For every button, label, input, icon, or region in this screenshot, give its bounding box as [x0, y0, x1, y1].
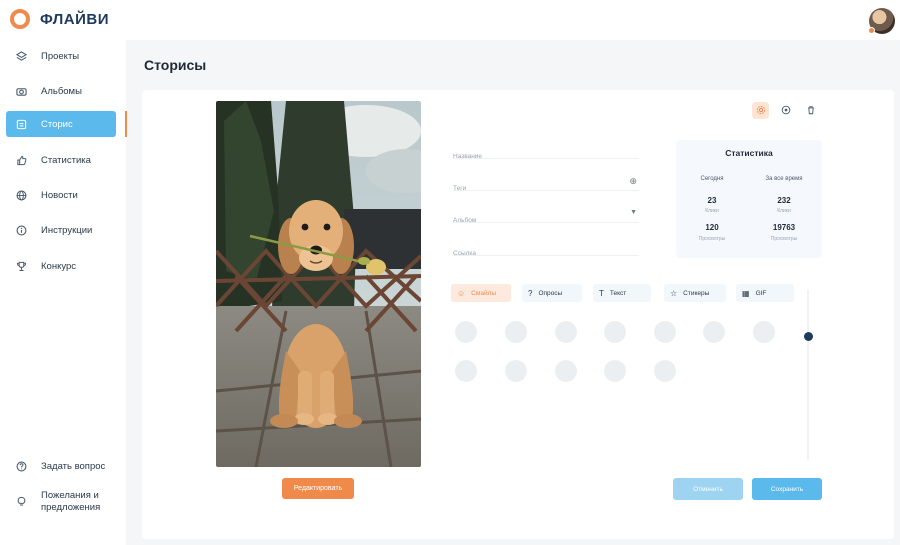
- sidebar-item-instructions[interactable]: Инструкции: [6, 217, 116, 243]
- tab-label: Текст: [609, 289, 627, 297]
- sidebar-item-contest[interactable]: Конкурс: [6, 253, 116, 279]
- save-button[interactable]: Сохранить: [752, 478, 822, 500]
- sidebar-item-label: Задать вопрос: [41, 461, 106, 472]
- delete-button[interactable]: [802, 102, 819, 119]
- tab-text[interactable]: T Текст: [593, 284, 651, 302]
- sidebar-item-label: Статистика: [41, 154, 91, 166]
- sidebar-item-label: Новости: [41, 189, 78, 201]
- cancel-button[interactable]: Отменить: [673, 478, 743, 500]
- title-input[interactable]: [453, 153, 623, 160]
- sidebar-item-albums[interactable]: Альбомы: [6, 78, 116, 104]
- stories-icon: [14, 117, 28, 131]
- tab-label: Стикеры: [683, 289, 710, 297]
- sidebar-item-label: Альбомы: [41, 85, 82, 97]
- brand-name: ФЛАЙВИ: [40, 10, 109, 28]
- sidebar-item-projects[interactable]: Проекты: [6, 43, 116, 69]
- sidebar-item-suggestions[interactable]: Пожелания и предложения: [6, 490, 122, 514]
- stat-today-clicks-label: Клики: [705, 208, 719, 214]
- top-bar: ФЛАЙВИ: [0, 0, 900, 40]
- camera-icon: [14, 84, 28, 98]
- stat-today-clicks: 23: [707, 196, 717, 205]
- emoji-scrollbar[interactable]: [807, 290, 809, 460]
- tab-smileys[interactable]: ☺ Смайлы: [451, 284, 511, 302]
- tab-stickers[interactable]: ☆ Стикеры: [664, 284, 726, 302]
- sidebar-item-news[interactable]: Новости: [6, 182, 116, 208]
- story-preview-image: [216, 101, 421, 467]
- gif-icon: ▦: [742, 288, 750, 298]
- active-indicator: [125, 111, 127, 137]
- emoji-slot[interactable]: [455, 321, 477, 343]
- stat-alltime-views: 19763: [772, 223, 796, 232]
- star-icon: ☆: [670, 288, 678, 298]
- layers-icon: [14, 49, 28, 63]
- stat-today-views-label: Просмотры: [698, 236, 726, 242]
- logo-ring-icon: [10, 9, 30, 29]
- sidebar-item-label: Сторис: [41, 118, 73, 130]
- tags-input[interactable]: [453, 185, 623, 192]
- statistics-panel: Статистика Сегодня За все время 23 Клики…: [676, 140, 822, 258]
- lightbulb-icon: [14, 496, 28, 510]
- statistics-title: Статистика: [725, 148, 773, 158]
- trophy-icon: [14, 259, 28, 273]
- text-icon: T: [599, 288, 604, 298]
- tab-label: Смайлы: [471, 289, 497, 297]
- emoji-slot[interactable]: [654, 360, 676, 382]
- emoji-slot[interactable]: [753, 321, 775, 343]
- thumb-up-icon: [14, 153, 28, 167]
- globe-icon: [14, 188, 28, 202]
- sidebar-item-label: Конкурс: [41, 260, 77, 272]
- stat-alltime-header: За все время: [765, 176, 803, 182]
- tab-gif[interactable]: ▦ GIF: [736, 284, 794, 302]
- eye-icon: [781, 102, 791, 120]
- logo[interactable]: ФЛАЙВИ: [10, 9, 109, 29]
- stat-alltime-clicks-label: Клики: [777, 208, 791, 214]
- tab-label: Опросы: [538, 289, 563, 297]
- emoji-slot[interactable]: [455, 360, 477, 382]
- sidebar-item-label: Проекты: [41, 50, 80, 62]
- emoji-slot[interactable]: [505, 321, 527, 343]
- trash-icon: [806, 102, 816, 120]
- chevron-down-icon[interactable]: ▼: [630, 209, 637, 216]
- sidebar-item-label: Инструкции: [41, 224, 93, 236]
- question-icon: ?: [528, 288, 533, 298]
- emoji-slot[interactable]: [555, 360, 577, 382]
- emoji-slot[interactable]: [604, 360, 626, 382]
- emoji-slot[interactable]: [604, 321, 626, 343]
- stat-today-views: 120: [705, 223, 719, 232]
- emoji-slot[interactable]: [555, 321, 577, 343]
- tab-polls[interactable]: ? Опросы: [522, 284, 582, 302]
- question-icon: [14, 461, 28, 475]
- link-input[interactable]: [453, 250, 623, 257]
- emoji-slot[interactable]: [505, 360, 527, 382]
- sidebar-item-stories[interactable]: Сторис: [6, 111, 116, 137]
- smile-icon: ☺: [457, 288, 466, 298]
- add-tag-icon[interactable]: ⊕: [629, 176, 637, 187]
- page-title: Сторисы: [144, 57, 207, 73]
- emoji-slot[interactable]: [703, 321, 725, 343]
- stat-alltime-views-label: Просмотры: [770, 236, 798, 242]
- preview-button[interactable]: [777, 102, 794, 119]
- sidebar-item-ask-question[interactable]: Задать вопрос: [6, 461, 122, 475]
- album-input[interactable]: [453, 217, 623, 224]
- scrollbar-thumb[interactable]: [804, 332, 813, 341]
- edit-button[interactable]: Редактировать: [282, 478, 354, 499]
- tags-field[interactable]: ⊕: [453, 176, 639, 192]
- sidebar-item-statistics[interactable]: Статистика: [6, 147, 116, 173]
- tab-label: GIF: [755, 289, 767, 297]
- stat-today-header: Сегодня: [700, 176, 724, 182]
- status-dot: [868, 27, 875, 34]
- title-field[interactable]: [453, 145, 639, 160]
- album-select[interactable]: ▼: [453, 209, 639, 224]
- settings-button[interactable]: [752, 102, 769, 119]
- gear-icon: [756, 102, 766, 120]
- sidebar-item-label: Пожелания и предложения: [41, 490, 101, 513]
- link-field[interactable]: [453, 242, 639, 257]
- info-icon: [14, 223, 28, 237]
- emoji-slot[interactable]: [654, 321, 676, 343]
- stat-alltime-clicks: 232: [777, 196, 791, 205]
